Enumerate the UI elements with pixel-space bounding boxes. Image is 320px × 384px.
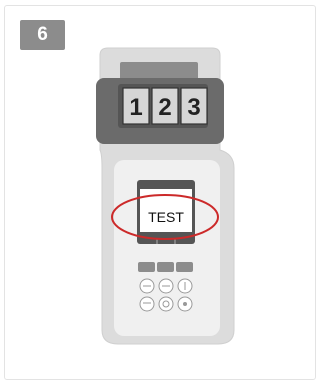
chamber-digit-3: 3 <box>187 94 200 121</box>
photometer-illustration: 1 2 3 TEST <box>96 47 235 345</box>
display-text: TEST <box>148 209 184 225</box>
round-key-6-glyph <box>183 302 187 306</box>
chamber-slot-3: 3 <box>180 87 208 125</box>
chamber-slot-2: 2 <box>151 87 179 125</box>
chamber-digit-2: 2 <box>158 94 171 121</box>
round-key-5 <box>158 296 174 312</box>
chamber-slot-1: 1 <box>122 87 150 125</box>
soft-key-right <box>176 262 193 272</box>
round-key-4 <box>139 296 155 312</box>
chamber-top <box>120 62 198 80</box>
soft-key-middle <box>157 262 174 272</box>
chamber-digit-1: 1 <box>129 94 142 121</box>
soft-key-left <box>138 262 155 272</box>
